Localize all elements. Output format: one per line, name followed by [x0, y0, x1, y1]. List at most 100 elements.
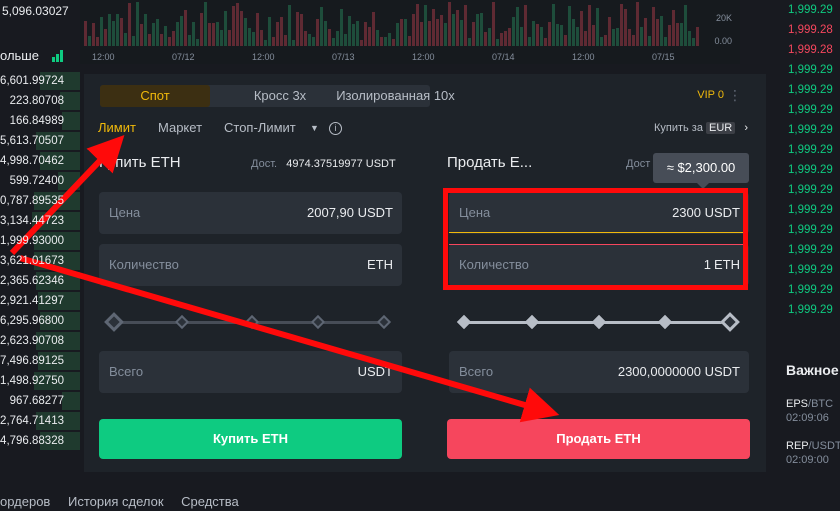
- buy-price-field[interactable]: Цена 2007,90 USDT: [99, 192, 402, 234]
- trade-row[interactable]: 1,999.28: [770, 40, 840, 60]
- orderbook-row[interactable]: 4,998.70462: [0, 151, 80, 171]
- volume-bar: [664, 37, 667, 46]
- slider-step[interactable]: [244, 314, 260, 330]
- slider-step[interactable]: [524, 314, 540, 330]
- volume-bar: [656, 19, 659, 46]
- trade-row[interactable]: 1,999.29: [770, 80, 840, 100]
- volume-bar: [284, 35, 287, 46]
- slider-step[interactable]: [456, 314, 472, 330]
- volume-bar: [96, 37, 99, 46]
- slider-handle[interactable]: [104, 312, 124, 332]
- orderbook-row[interactable]: 6,295.96800: [0, 311, 80, 331]
- trade-list: 1,999.29 1,999.28 1,999.28 1,999.29 1,999.29…: [770, 0, 840, 320]
- volume-bar: [516, 7, 519, 46]
- orderbook-price: 3,621.01673: [0, 255, 64, 267]
- depth-bars-icon[interactable]: [52, 50, 66, 62]
- tab-spot[interactable]: Спот: [100, 85, 210, 107]
- orderbook-row[interactable]: 2,623.90708: [0, 331, 80, 351]
- info-icon[interactable]: i: [329, 122, 342, 135]
- trade-row[interactable]: 1,999.29: [770, 240, 840, 260]
- orderbook-row[interactable]: 2,921.41297: [0, 291, 80, 311]
- tab-orders[interactable]: ордеров: [0, 494, 50, 509]
- orderbook-list: 6,601.99724 223.80708 166.84989 5,613.70507…: [0, 71, 80, 451]
- tab-limit[interactable]: Лимит: [98, 120, 136, 135]
- buy-button[interactable]: Купить ETH: [99, 419, 402, 459]
- orderbook-row[interactable]: 223.80708: [0, 91, 80, 111]
- orderbook-row[interactable]: 599.72400: [0, 171, 80, 191]
- orderbook-row[interactable]: 967.68277: [0, 391, 80, 411]
- price-chart[interactable]: 20K 0.00 12:00 07/12 12:00 07/13 12:00 0…: [80, 0, 740, 64]
- orderbook-row[interactable]: 5,613.70507: [0, 131, 80, 151]
- trade-row[interactable]: 1,999.29: [770, 160, 840, 180]
- tab-market[interactable]: Маркет: [158, 120, 202, 135]
- sell-percent-slider[interactable]: [456, 312, 741, 332]
- orderbook-row[interactable]: 4,796.88328: [0, 431, 80, 451]
- news-pair: EPS: [786, 398, 809, 410]
- orderbook-row[interactable]: 1,498.92750: [0, 371, 80, 391]
- time-label: 12:00: [572, 52, 595, 62]
- tab-funds[interactable]: Средства: [181, 494, 239, 509]
- volume-bar: [652, 7, 655, 46]
- trade-row[interactable]: 1,999.29: [770, 300, 840, 320]
- volume-bar: [480, 13, 483, 46]
- slider-step[interactable]: [376, 314, 392, 330]
- orderbook-row[interactable]: 7,496.89125: [0, 351, 80, 371]
- caret-down-icon[interactable]: ▼: [310, 123, 319, 133]
- volume-bar: [200, 13, 203, 46]
- slider-step[interactable]: [591, 314, 607, 330]
- orderbook-row[interactable]: 0,787.89535: [0, 191, 80, 211]
- tab-trade-history[interactable]: История сделок: [68, 494, 164, 509]
- orderbook-row[interactable]: 2,365.62346: [0, 271, 80, 291]
- buy-quantity-field[interactable]: Количество ETH: [99, 244, 402, 286]
- news-item[interactable]: EPS/BTC 02:09:06: [786, 398, 833, 424]
- volume-bar: [256, 13, 259, 46]
- sell-total-field[interactable]: Всего 2300,0000000 USDT: [449, 351, 749, 393]
- orderbook-row[interactable]: 2,764.71413: [0, 411, 80, 431]
- orderbook-row[interactable]: 166.84989: [0, 111, 80, 131]
- slider-step[interactable]: [174, 314, 190, 330]
- orderbook-row[interactable]: 3,134.44723: [0, 211, 80, 231]
- volume-bar: [472, 22, 475, 46]
- trade-row[interactable]: 1,999.29: [770, 220, 840, 240]
- slider-step[interactable]: [310, 314, 326, 330]
- volume-bar: [484, 32, 487, 46]
- orderbook-price: 1,498.92750: [0, 375, 64, 387]
- volume-bar: [336, 31, 339, 46]
- volume-bar: [616, 28, 619, 46]
- slider-handle[interactable]: [720, 312, 740, 332]
- trade-row[interactable]: 1,999.29: [770, 140, 840, 160]
- volume-bar: [508, 28, 511, 46]
- sell-button[interactable]: Продать ETH: [447, 419, 750, 459]
- trade-row[interactable]: 1,999.29: [770, 260, 840, 280]
- buy-with-fiat[interactable]: Купить за EUR ›: [654, 122, 748, 134]
- time-label: 07/15: [652, 52, 675, 62]
- trade-row[interactable]: 1,999.29: [770, 120, 840, 140]
- trade-row[interactable]: 1,999.29: [770, 0, 840, 20]
- news-item[interactable]: REP/USDT 02:09:00: [786, 440, 840, 466]
- volume-bar: [216, 22, 219, 46]
- trade-row[interactable]: 1,999.29: [770, 280, 840, 300]
- time-label: 12:00: [412, 52, 435, 62]
- orderbook-price: 2,764.71413: [0, 415, 64, 427]
- trade-row[interactable]: 1,999.29: [770, 200, 840, 220]
- trade-row[interactable]: 1,999.28: [770, 20, 840, 40]
- trade-row[interactable]: 1,999.29: [770, 60, 840, 80]
- volume-bar: [436, 19, 439, 46]
- slider-step[interactable]: [657, 314, 673, 330]
- order-book: 5,096.03027 ольше 6,601.99724 223.80708 16…: [0, 0, 239, 511]
- trade-row[interactable]: 1,999.29: [770, 100, 840, 120]
- orderbook-row[interactable]: 6,601.99724: [0, 71, 80, 91]
- tab-stop-limit[interactable]: Стоп-Лимит: [224, 120, 296, 135]
- vip-level[interactable]: VIP 0: [697, 89, 724, 101]
- more-icon[interactable]: ⋮: [728, 87, 742, 104]
- orderbook-row[interactable]: 3,621.01673: [0, 251, 80, 271]
- buy-percent-slider[interactable]: [104, 312, 394, 332]
- orderbook-more-label[interactable]: ольше: [0, 48, 39, 63]
- available-value: 4974.37519977 USDT: [286, 158, 396, 170]
- important-title: Важное: [786, 362, 839, 378]
- orderbook-row[interactable]: 1,999.93000: [0, 231, 80, 251]
- trade-row[interactable]: 1,999.29: [770, 180, 840, 200]
- tab-isolated[interactable]: Изолированная 10x: [328, 85, 463, 107]
- buy-total-field[interactable]: Всего USDT: [99, 351, 402, 393]
- tab-cross[interactable]: Кросс 3x: [225, 85, 335, 107]
